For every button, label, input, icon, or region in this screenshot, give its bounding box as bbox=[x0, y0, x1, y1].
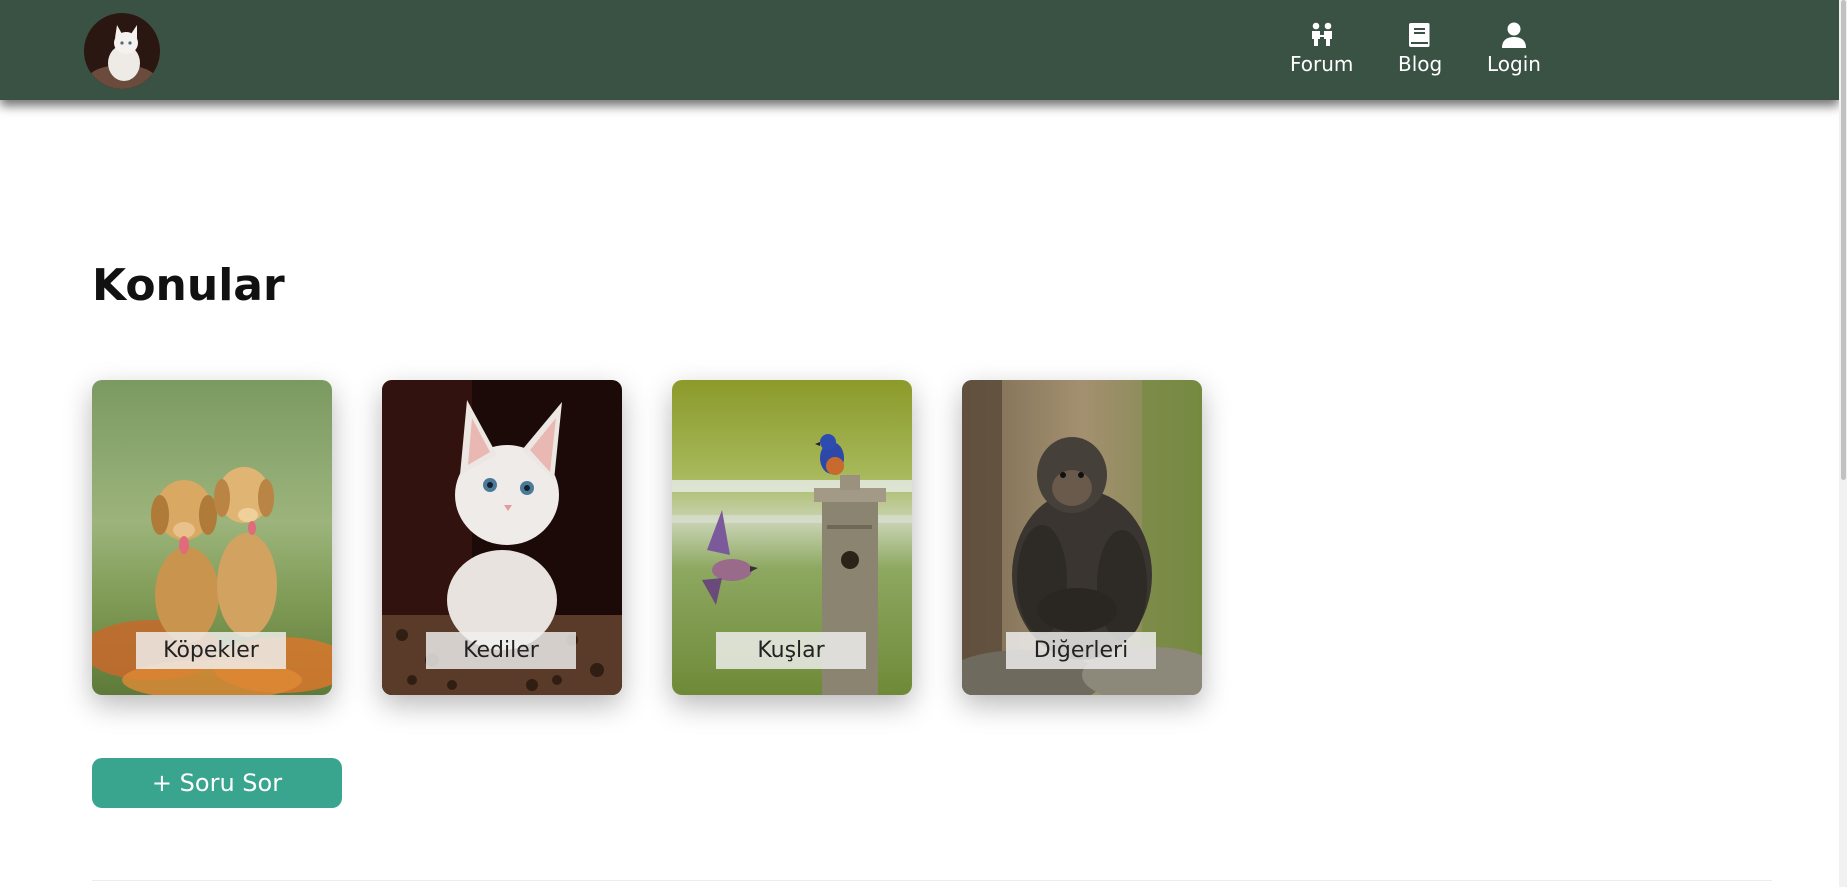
category-label: Kuşlar bbox=[716, 632, 866, 669]
category-label: Köpekler bbox=[136, 632, 286, 669]
ask-question-button[interactable]: + Soru Sor bbox=[92, 758, 342, 808]
category-label: Kediler bbox=[426, 632, 576, 669]
nav-blog[interactable]: Blog bbox=[1398, 20, 1442, 76]
category-card-dogs[interactable]: Köpekler bbox=[92, 380, 332, 695]
user-icon bbox=[1501, 22, 1526, 48]
people-icon bbox=[1311, 22, 1332, 46]
category-card-birds[interactable]: Kuşlar bbox=[672, 380, 912, 695]
nav-forum-label: Forum bbox=[1290, 52, 1354, 76]
page: Forum Blog Login Konular Köpekler Kedile… bbox=[0, 0, 1847, 887]
book-icon bbox=[1409, 23, 1430, 47]
footer-divider bbox=[92, 880, 1772, 881]
top-navbar: Forum Blog Login bbox=[0, 0, 1839, 100]
nav-blog-label: Blog bbox=[1398, 52, 1443, 76]
scrollbar-thumb[interactable] bbox=[1841, 0, 1846, 480]
category-card-cats[interactable]: Kediler bbox=[382, 380, 622, 695]
nav-login-label: Login bbox=[1487, 52, 1541, 76]
category-card-others[interactable]: Diğerleri bbox=[962, 380, 1202, 695]
cat-logo-icon bbox=[84, 13, 160, 89]
category-label: Diğerleri bbox=[1006, 632, 1156, 669]
site-logo[interactable] bbox=[84, 13, 160, 89]
nav-login[interactable]: Login bbox=[1487, 20, 1541, 76]
nav-forum[interactable]: Forum bbox=[1290, 20, 1353, 76]
page-title: Konular bbox=[92, 260, 285, 311]
